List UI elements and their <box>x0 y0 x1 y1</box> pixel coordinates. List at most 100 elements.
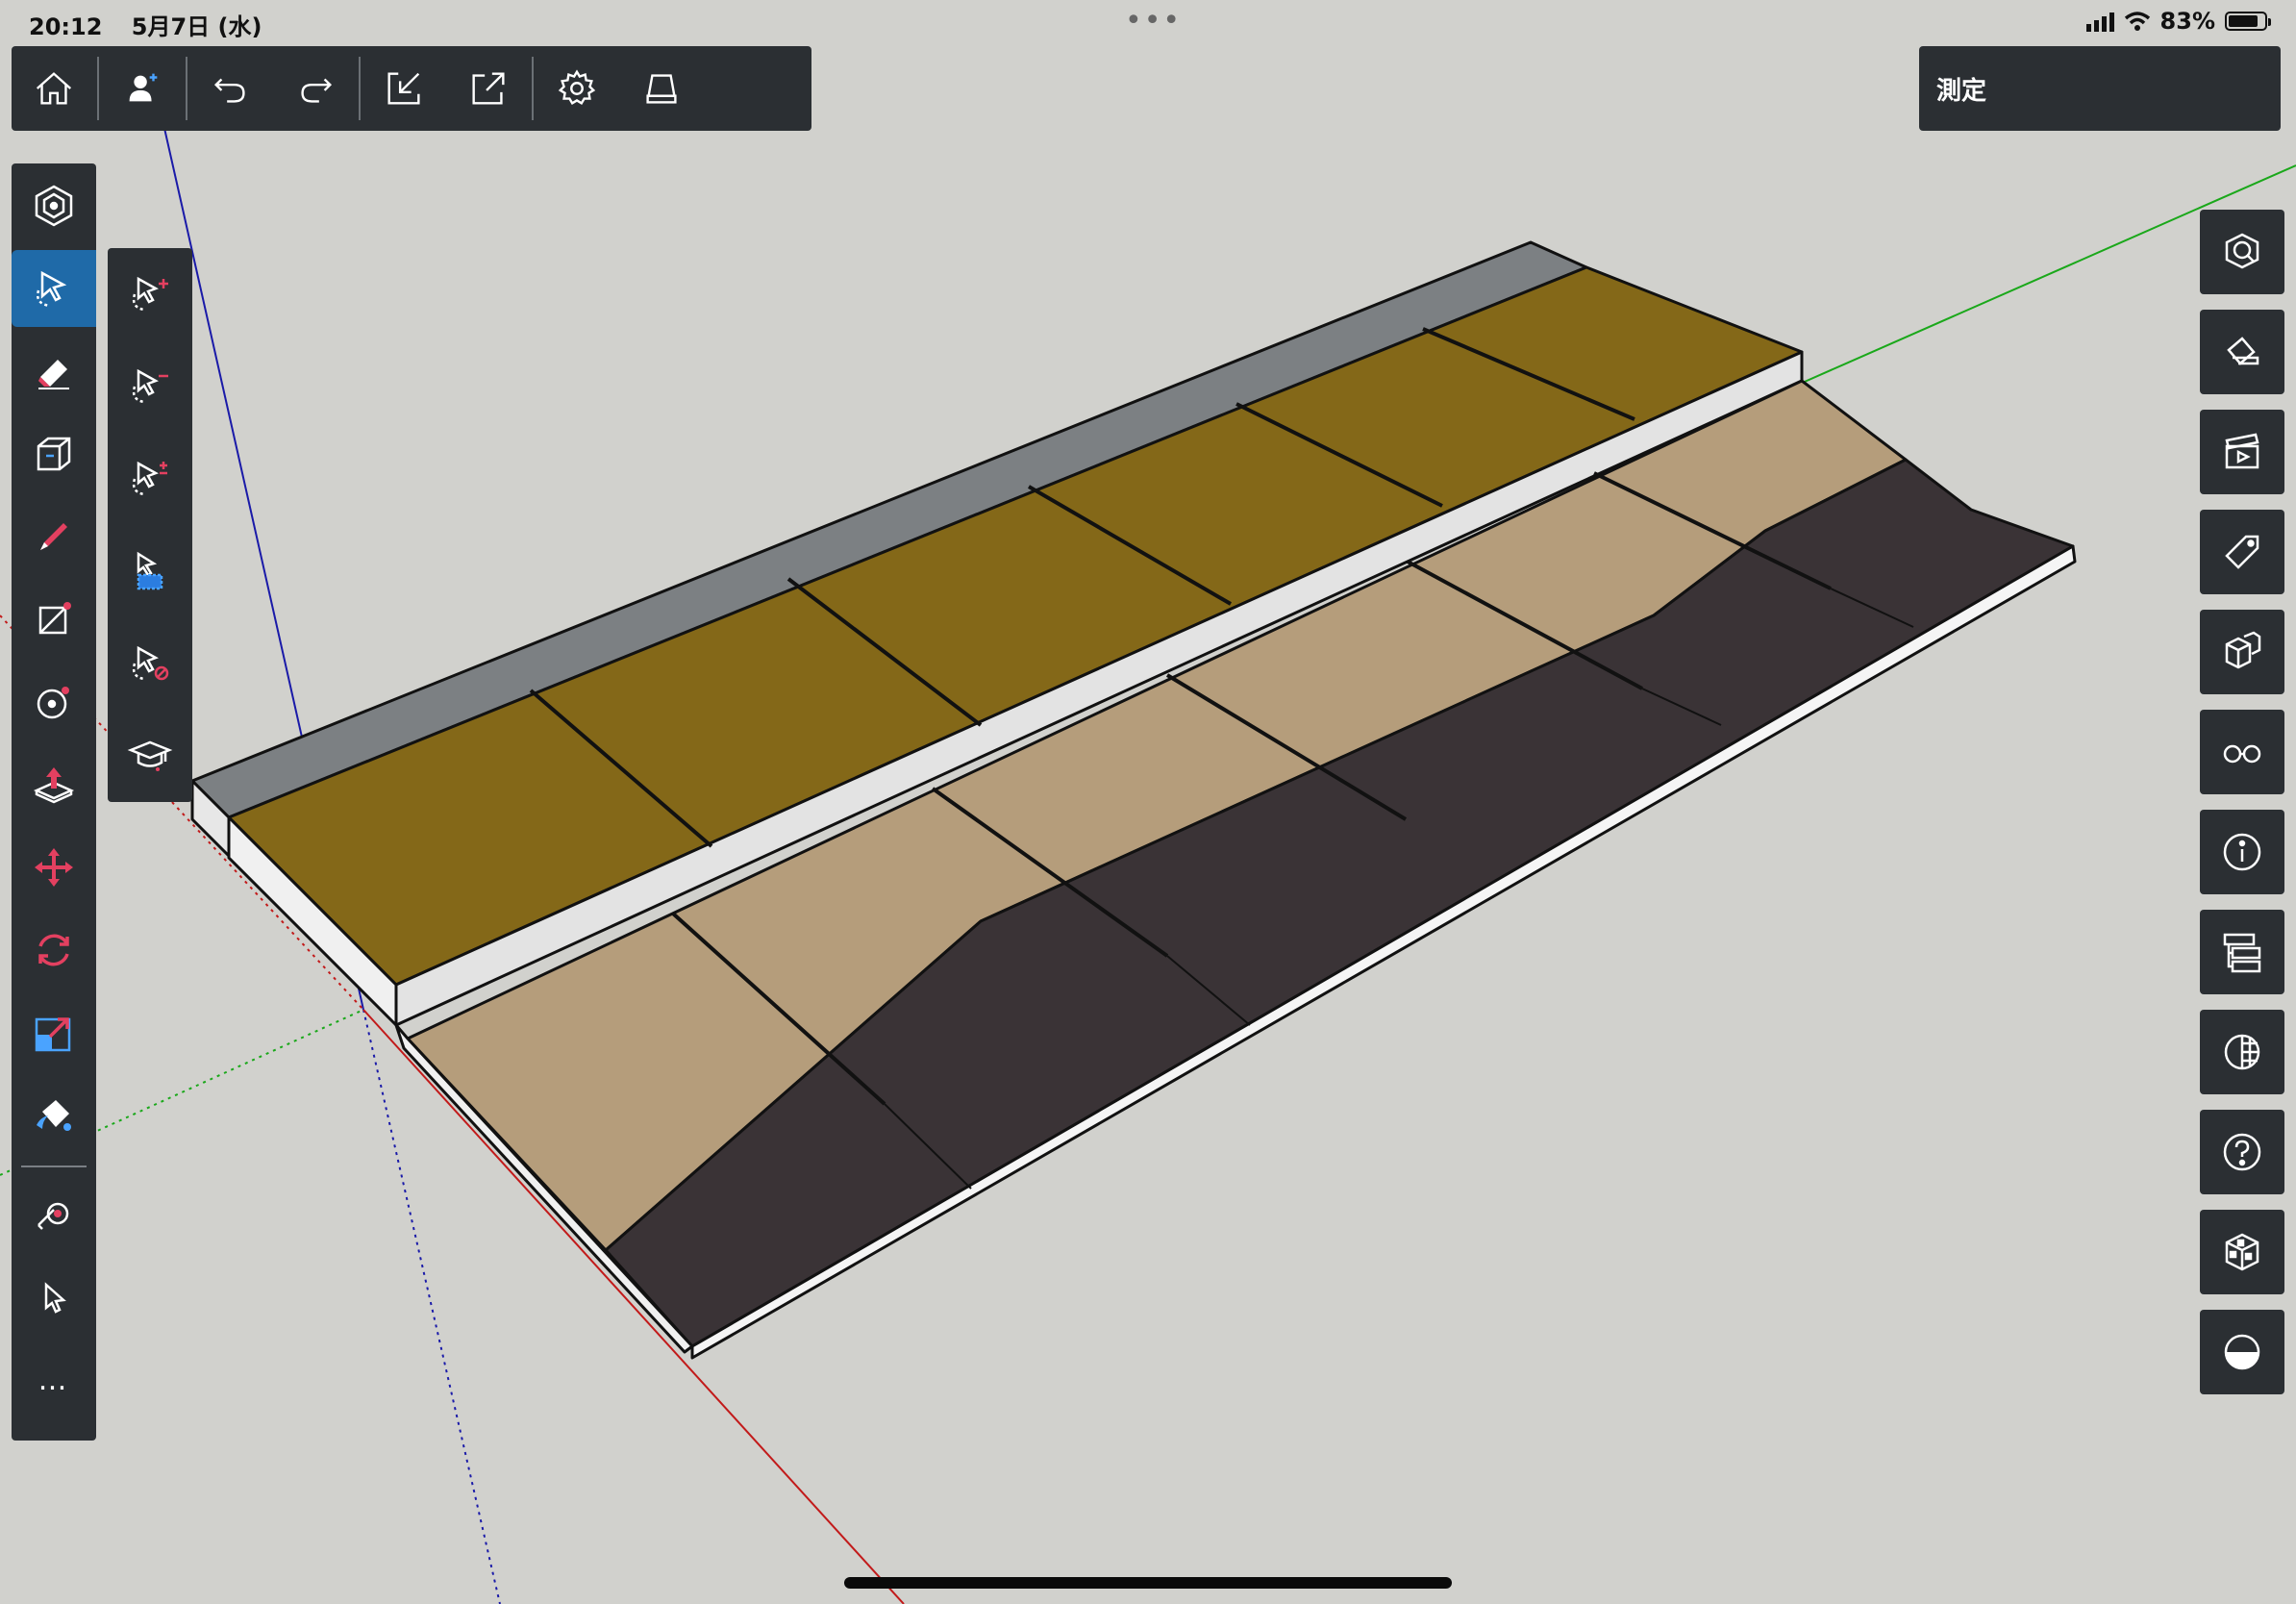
select-toggle-button[interactable] <box>108 440 192 517</box>
storage-button[interactable] <box>619 46 704 131</box>
move-tool-button[interactable] <box>12 829 96 906</box>
settings-button[interactable] <box>535 46 619 131</box>
add-user-icon <box>129 73 158 102</box>
import-button[interactable] <box>362 46 446 131</box>
object-info-icon <box>2225 1233 2259 1271</box>
box-tool-button[interactable] <box>12 415 96 492</box>
measure-panel[interactable]: 測定 <box>1919 46 2281 131</box>
cellular-signal-icon <box>2085 11 2114 32</box>
select-flyout <box>108 248 192 802</box>
select-add-icon <box>132 276 168 312</box>
components-icon <box>2225 631 2261 669</box>
tutorial-icon <box>127 740 173 771</box>
select-group-button[interactable] <box>108 533 192 610</box>
home-button[interactable] <box>12 46 96 131</box>
help-button[interactable] <box>2200 1110 2284 1194</box>
view-glasses-icon <box>2223 744 2261 764</box>
paint-bucket-tool-button[interactable] <box>12 1077 96 1154</box>
toolbar-separator <box>359 57 361 120</box>
arrow-cursor-icon <box>44 1282 66 1314</box>
tags-button[interactable] <box>2200 510 2284 594</box>
info-icon <box>2223 833 2261 871</box>
tape-measure-tool-button[interactable] <box>12 1177 96 1254</box>
paint-bucket-icon <box>37 1100 71 1131</box>
tags-icon <box>2225 535 2259 569</box>
toolbar-separator <box>532 57 534 120</box>
multitasking-dots[interactable]: ••• <box>1125 4 1182 38</box>
redo-icon <box>301 78 333 103</box>
status-right: 83% <box>2085 8 2271 35</box>
tutorial-button[interactable] <box>108 717 192 794</box>
settings-icon <box>558 69 596 105</box>
eraser-icon <box>38 360 69 389</box>
scenes-button[interactable] <box>2200 410 2284 494</box>
select-add-button[interactable] <box>108 256 192 333</box>
left-toolbar: … <box>12 163 96 1441</box>
shadows-button[interactable] <box>2200 1310 2284 1394</box>
shadows-icon <box>2224 1334 2260 1370</box>
status-date: 5月7日 (水) <box>131 13 262 40</box>
scale-tool-button[interactable] <box>12 994 96 1071</box>
status-time: 20:12 <box>29 13 103 40</box>
help-icon <box>2223 1133 2261 1171</box>
outliner-icon <box>2223 933 2261 973</box>
home-indicator[interactable] <box>844 1577 1452 1589</box>
select-toggle-icon <box>132 461 167 496</box>
top-toolbar <box>12 46 811 131</box>
info-button[interactable] <box>2200 810 2284 894</box>
rotate-tool-button[interactable] <box>12 912 96 989</box>
push-pull-icon <box>33 767 75 804</box>
undo-icon <box>213 78 245 103</box>
arrow-cursor-button[interactable] <box>12 1260 96 1337</box>
toolbar-separator <box>97 57 99 120</box>
pencil-tool-button[interactable] <box>12 498 96 575</box>
materials-button[interactable] <box>2200 310 2284 394</box>
search-cube-icon <box>35 185 73 227</box>
model-viewport[interactable] <box>0 0 2296 1604</box>
select-icon <box>37 270 67 308</box>
3d-warehouse-icon <box>2225 233 2259 269</box>
tape-measure-icon <box>37 1202 69 1230</box>
styles-button[interactable] <box>2200 1010 2284 1094</box>
select-none-icon <box>132 645 169 681</box>
import-icon <box>387 72 420 105</box>
redo-button[interactable] <box>273 46 358 131</box>
select-tool-button[interactable] <box>12 250 96 327</box>
select-none-button[interactable] <box>108 625 192 702</box>
styles-icon <box>2224 1034 2260 1070</box>
undo-button[interactable] <box>188 46 273 131</box>
components-button[interactable] <box>2200 610 2284 694</box>
rectangle-tool-button[interactable] <box>12 581 96 658</box>
left-toolbar-separator <box>21 1165 87 1167</box>
battery-icon <box>2225 12 2271 31</box>
push-pull-tool-button[interactable] <box>12 746 96 823</box>
view-glasses-button[interactable] <box>2200 710 2284 794</box>
model[interactable] <box>190 240 2077 1360</box>
add-user-button[interactable] <box>100 46 185 131</box>
rotate-icon <box>38 934 69 966</box>
battery-percentage: 83% <box>2159 8 2215 35</box>
export-button[interactable] <box>446 46 531 131</box>
storage-icon <box>646 74 677 104</box>
scenes-icon <box>2225 433 2259 469</box>
box-icon <box>37 437 71 471</box>
home-icon <box>36 72 72 105</box>
select-group-icon <box>137 551 163 590</box>
object-info-button[interactable] <box>2200 1210 2284 1294</box>
wifi-icon <box>2124 12 2150 31</box>
materials-icon <box>2227 337 2259 365</box>
more-tools-button[interactable]: … <box>12 1364 96 1397</box>
eraser-tool-button[interactable] <box>12 333 96 410</box>
move-icon <box>35 848 73 887</box>
search-cube-button[interactable] <box>12 167 96 244</box>
outliner-button[interactable] <box>2200 910 2284 994</box>
status-bar: 20:12 5月7日 (水) ••• 83% <box>0 0 2296 44</box>
select-remove-button[interactable] <box>108 348 192 425</box>
circle-tool-button[interactable] <box>12 664 96 740</box>
select-remove-icon <box>132 368 168 404</box>
rectangle-icon <box>38 602 71 635</box>
3d-warehouse-button[interactable] <box>2200 210 2284 294</box>
toolbar-separator <box>186 57 187 120</box>
pencil-icon <box>40 523 67 550</box>
scale-icon <box>35 1017 71 1052</box>
